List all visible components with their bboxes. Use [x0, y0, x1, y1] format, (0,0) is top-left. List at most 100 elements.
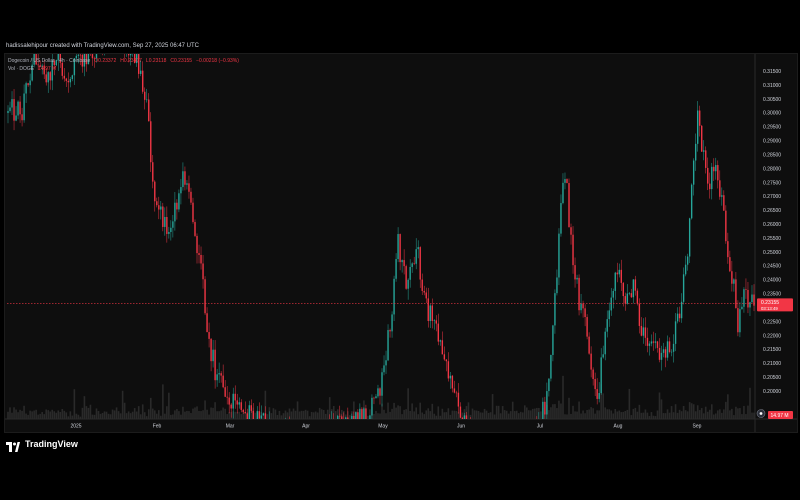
volume-bar [664, 413, 667, 419]
volume-bar [676, 412, 679, 419]
volume-bar [491, 394, 494, 419]
candle-body [77, 54, 80, 56]
volume-badge-label: 14.97 M [771, 413, 789, 419]
volume-bar [686, 411, 689, 419]
symbol-name[interactable]: Dogecoin / US Dollar · 4h · Coinbase [8, 57, 90, 65]
y-tick-label: 0.30000 [763, 111, 781, 117]
candle-body [618, 269, 620, 275]
candle-body [415, 249, 417, 264]
volume-bar [91, 414, 94, 419]
price-chart[interactable]: 0.31500 0.31000 0.30500 0.30000 0.29500 0.290… [5, 54, 797, 432]
y-tick-label: 0.30500 [763, 97, 781, 103]
volume-bar [602, 393, 604, 419]
volume-bar [23, 405, 25, 419]
volume-bar [598, 410, 600, 419]
volume-bar [517, 413, 520, 419]
x-tick-label: Jul [537, 424, 543, 430]
volume-bar [129, 413, 132, 419]
volume-bar [680, 411, 683, 419]
candle-body [311, 431, 312, 432]
volume-bar [77, 414, 80, 419]
candle-body [725, 210, 727, 242]
candle-body [699, 110, 701, 126]
volume-bar [503, 410, 506, 419]
candle-body [747, 289, 749, 308]
candle-body [664, 349, 667, 358]
y-tick-label: 0.24000 [763, 278, 781, 284]
chart-panel[interactable]: 0.31500 0.31000 0.30500 0.30000 0.29500 0.290… [4, 53, 798, 433]
volume-bar [672, 412, 675, 419]
candle-body [186, 183, 188, 185]
volume-bar [429, 411, 432, 419]
volume-bar [182, 406, 184, 419]
volume-label[interactable]: Vol · DOGE [8, 65, 34, 73]
volume-bar [505, 410, 508, 419]
volume-bar [401, 414, 403, 419]
y-tick-label: 0.28000 [763, 166, 781, 172]
volume-bar [168, 392, 170, 419]
candle-body [612, 290, 614, 298]
candle-body [403, 260, 405, 267]
candle-body [694, 143, 697, 161]
volume-bar [160, 415, 162, 419]
candle-body [622, 282, 624, 297]
candle-body [264, 413, 267, 419]
candle-body [279, 428, 280, 432]
y-tick-label: 0.22500 [763, 319, 781, 325]
candle-body [560, 203, 562, 234]
candle-body [586, 317, 588, 337]
x-tick-label: Sep [693, 424, 702, 430]
candle-body [341, 416, 343, 419]
candle-body [21, 114, 23, 121]
candle-body [25, 83, 27, 94]
y-tick-label: 0.26500 [763, 208, 781, 214]
y-tick-label: 0.21500 [763, 347, 781, 353]
volume-bar [431, 403, 434, 419]
volume-bar [570, 413, 572, 419]
volume-bar [497, 405, 500, 419]
candle-body [194, 222, 196, 236]
candle-body [359, 408, 361, 419]
volume-bar [723, 409, 725, 419]
candle-body [371, 397, 373, 416]
volume-bar [284, 410, 287, 419]
candle-body [343, 423, 344, 424]
candle-body [572, 234, 574, 266]
volume-bar [41, 412, 43, 419]
volume-bar [483, 408, 486, 419]
volume-bar [747, 405, 749, 419]
volume-bar [55, 412, 58, 419]
volume-bar [417, 414, 419, 419]
volume-bar [312, 412, 315, 419]
volume-bar [274, 409, 277, 419]
volume-bar [670, 406, 673, 419]
volume-bar [262, 416, 265, 419]
candle-body [688, 218, 691, 257]
candle-body [299, 430, 300, 432]
candle-body [642, 327, 645, 336]
volume-value: 14.97 M [38, 66, 57, 72]
candle-body [405, 266, 407, 289]
volume-bar [614, 408, 617, 419]
volume-bar [568, 397, 570, 419]
candle-body [447, 361, 450, 379]
candle-body [423, 290, 425, 293]
candle-body [242, 409, 244, 412]
candle-body [363, 408, 365, 419]
candle-body [594, 379, 596, 390]
volume-bar [188, 411, 190, 419]
candle-body [222, 375, 224, 388]
candle-body [349, 428, 350, 430]
volume-bar [103, 411, 106, 419]
gear-icon[interactable] [756, 409, 766, 418]
candle-body [353, 415, 355, 419]
candle-body [164, 217, 166, 227]
candle-body [556, 277, 558, 294]
volume-bar [642, 412, 645, 419]
volume-bar [624, 411, 627, 419]
candle-body [568, 183, 570, 228]
volume-bar [702, 413, 705, 419]
tradingview-brand[interactable]: TradingView [6, 439, 78, 452]
candle-body [236, 400, 238, 405]
candle-body [596, 389, 598, 399]
